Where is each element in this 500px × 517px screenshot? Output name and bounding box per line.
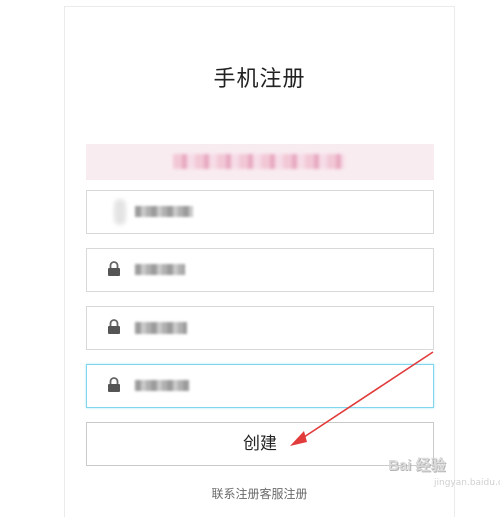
baidu-watermark: Bai 经验 jingyan.baidu.com [380,446,500,500]
annotation-arrow [290,351,434,446]
watermark-text: Bai 经验 [388,457,446,474]
watermark-sub: jingyan.baidu.com [434,478,500,488]
